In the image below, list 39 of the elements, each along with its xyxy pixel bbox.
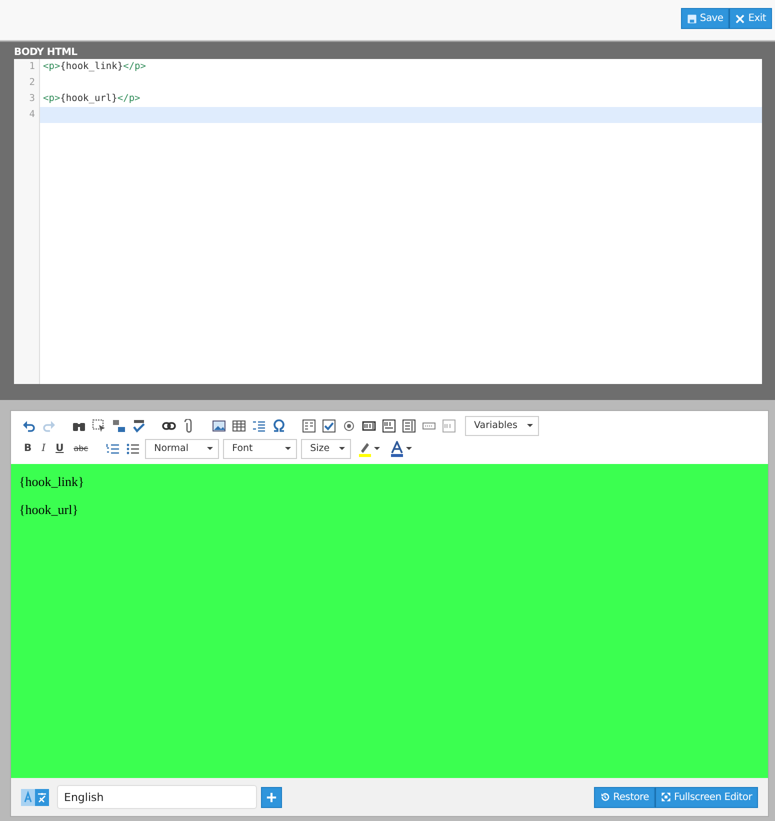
paragraph: {hook_url} [19, 502, 80, 518]
italic-button[interactable]: I [38, 440, 49, 456]
plus-icon [266, 792, 277, 802]
language-field[interactable]: English [57, 785, 257, 809]
spellcheck-icon[interactable] [131, 418, 147, 434]
style-dropdown[interactable]: Normal [145, 438, 220, 458]
omega-icon[interactable] [271, 418, 287, 434]
marker-icon [358, 440, 372, 456]
history-icon [600, 792, 610, 802]
strike-button[interactable]: abc [70, 440, 92, 456]
fullscreen-icon [660, 792, 671, 802]
code-editor[interactable]: 1 <p>{hook_link}</p> 2 3 <p>{hook_url}</p> 4 [14, 59, 762, 384]
hidden-field-icon[interactable] [441, 418, 457, 434]
select-icon[interactable] [91, 418, 107, 434]
code-line: <p>{hook_url}</p> [42, 92, 142, 106]
form-icon[interactable] [301, 418, 317, 434]
panel-title: BODY HTML [14, 46, 78, 59]
translate-icon[interactable] [21, 788, 49, 806]
editor-content[interactable]: {hook_link} {hook_url} [11, 464, 768, 778]
checkbox-icon[interactable] [321, 418, 337, 434]
image-icon[interactable] [211, 418, 227, 434]
style-dropdown[interactable]: Font [223, 438, 298, 458]
add-button[interactable] [261, 786, 282, 808]
code-line: <p>{hook_link}</p> [42, 60, 147, 74]
paragraph: {hook_link} [19, 474, 86, 490]
variables-dropdown[interactable]: Variables [465, 416, 539, 436]
bold-button[interactable]: B [21, 440, 35, 456]
list-box-icon[interactable] [401, 418, 417, 434]
line-number: 4 [14, 107, 40, 123]
close-icon [735, 14, 746, 24]
underline-button[interactable]: U [52, 440, 67, 456]
letter-a-icon [390, 440, 404, 456]
style-dropdown[interactable]: Size [301, 438, 352, 458]
text-area-icon[interactable] [381, 418, 397, 434]
table-icon[interactable] [231, 418, 247, 434]
line-number: 1 [14, 59, 40, 75]
save-icon [686, 14, 697, 24]
line-number: 3 [14, 91, 40, 107]
line-number: 2 [14, 75, 40, 91]
